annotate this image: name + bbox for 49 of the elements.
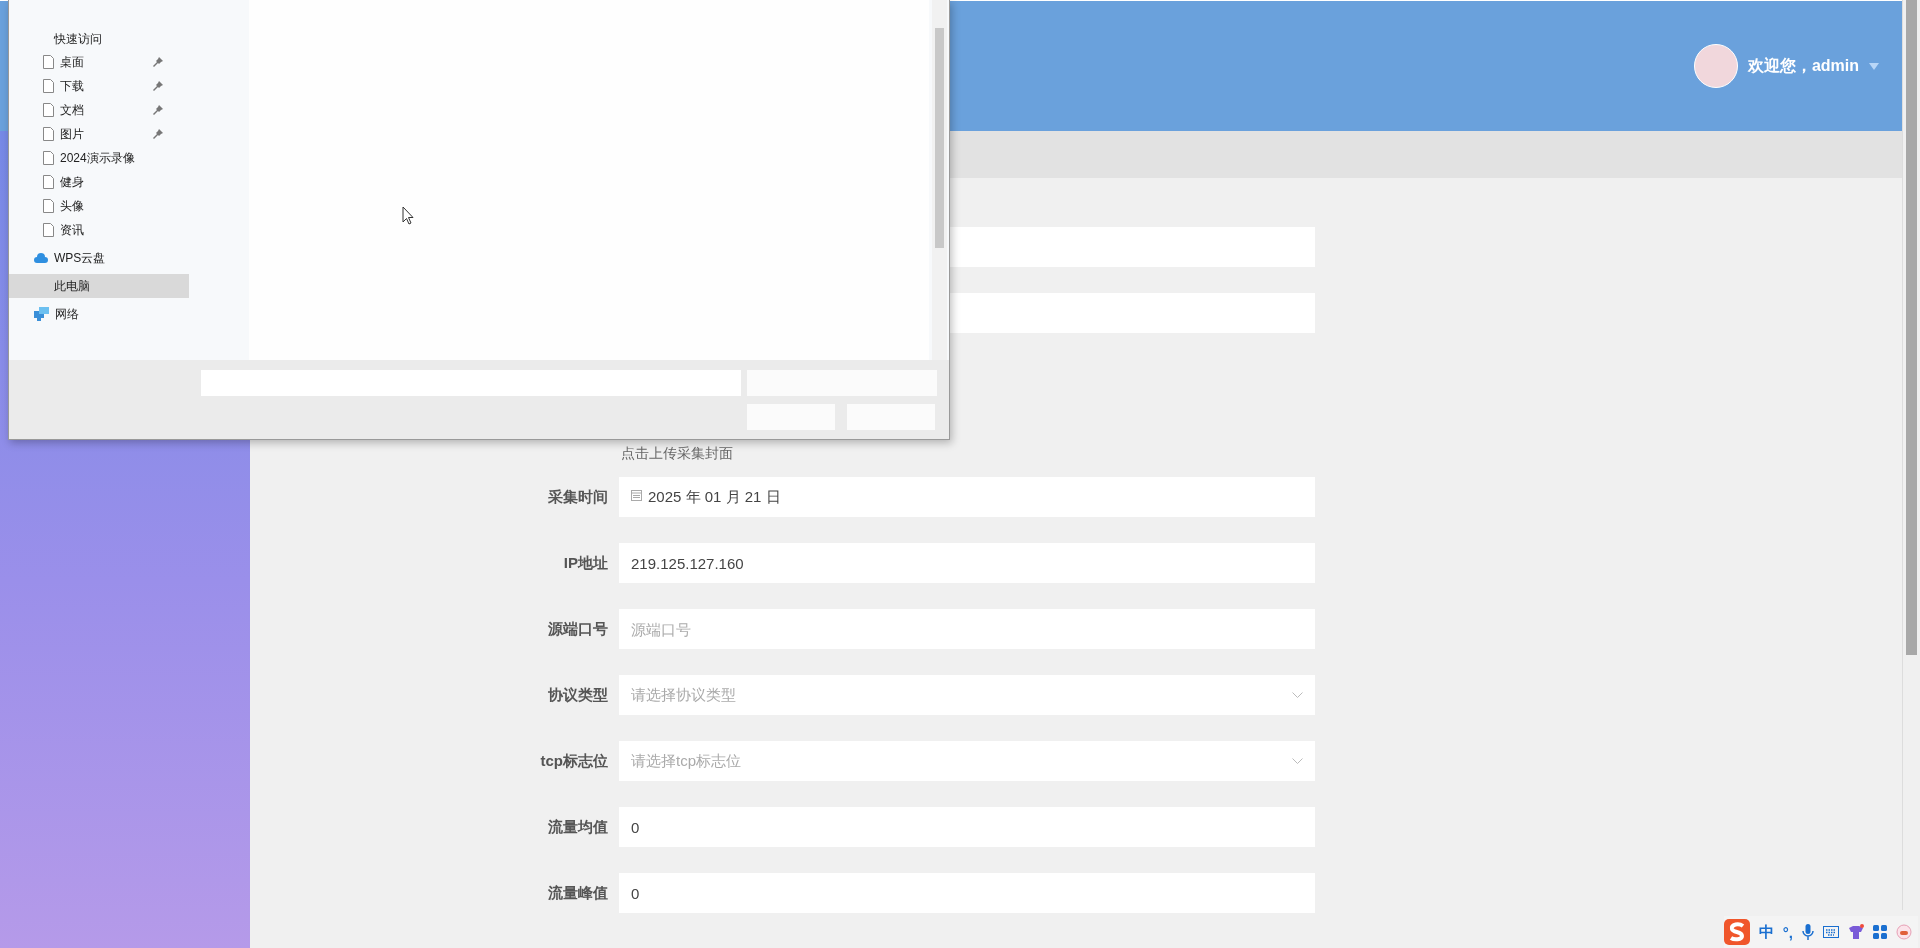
microphone-icon[interactable] [1802, 924, 1814, 940]
chevron-down-icon [1292, 692, 1303, 698]
field-label: 流量峰值 [547, 883, 608, 903]
nav-item[interactable]: 文档 [9, 98, 189, 122]
input-field[interactable]: 0 [619, 873, 1315, 913]
nav-heading[interactable]: 快速访问 [9, 28, 189, 50]
nav-item[interactable]: 资讯 [9, 218, 189, 242]
nav-item[interactable]: 健身 [9, 170, 189, 194]
punctuation-mode[interactable]: °, [1782, 923, 1793, 941]
field-label: 流量均值 [547, 817, 608, 837]
nav-item[interactable]: 网络 [9, 302, 189, 326]
file-icon [43, 175, 54, 189]
date-field[interactable]: 2025 年 01 月 21 日 [619, 477, 1315, 517]
caret-icon[interactable] [1869, 62, 1879, 70]
cloud-icon [34, 253, 48, 263]
field-label: IP地址 [562, 553, 608, 573]
field-label: 采集时间 [547, 487, 608, 507]
file-icon [43, 79, 54, 93]
input-field[interactable]: 0 [619, 807, 1315, 847]
network-icon [34, 307, 49, 321]
file-icon [43, 55, 54, 69]
field-label: 源端口号 [547, 619, 608, 639]
calendar-icon [631, 489, 642, 501]
ime-mode[interactable]: 中 [1758, 922, 1774, 942]
upload-hint: 点击上传采集封面 [620, 445, 733, 463]
file-icon [43, 223, 54, 237]
keyboard-icon[interactable] [1823, 926, 1839, 938]
field-label: 协议类型 [547, 685, 608, 705]
input-field[interactable]: 源端口号 [619, 609, 1315, 649]
input-field[interactable]: 219.125.127.160 [619, 543, 1315, 583]
nav-item[interactable]: WPS云盘 [9, 246, 189, 270]
cursor-icon [402, 206, 414, 225]
chevron-down-icon [1292, 758, 1303, 764]
avatar[interactable] [1693, 44, 1738, 88]
ime-logo-icon[interactable] [1723, 919, 1750, 945]
nav-item[interactable]: 下载 [9, 74, 189, 98]
file-icon [43, 199, 54, 213]
shirt-icon[interactable] [1848, 924, 1864, 940]
field-label: tcp标志位 [539, 751, 608, 771]
nav-item[interactable]: 2024演示录像 [9, 146, 189, 170]
nav-item[interactable]: 图片 [9, 122, 189, 146]
file-icon [43, 127, 54, 141]
nav-item[interactable]: 此电脑 [9, 274, 189, 298]
grid-icon[interactable] [1873, 925, 1887, 939]
file-icon [43, 103, 54, 117]
nav-item[interactable]: 头像 [9, 194, 189, 218]
file-icon [43, 151, 54, 165]
scrollbar[interactable] [1902, 0, 1920, 910]
nav-item[interactable]: 桌面 [9, 50, 189, 74]
